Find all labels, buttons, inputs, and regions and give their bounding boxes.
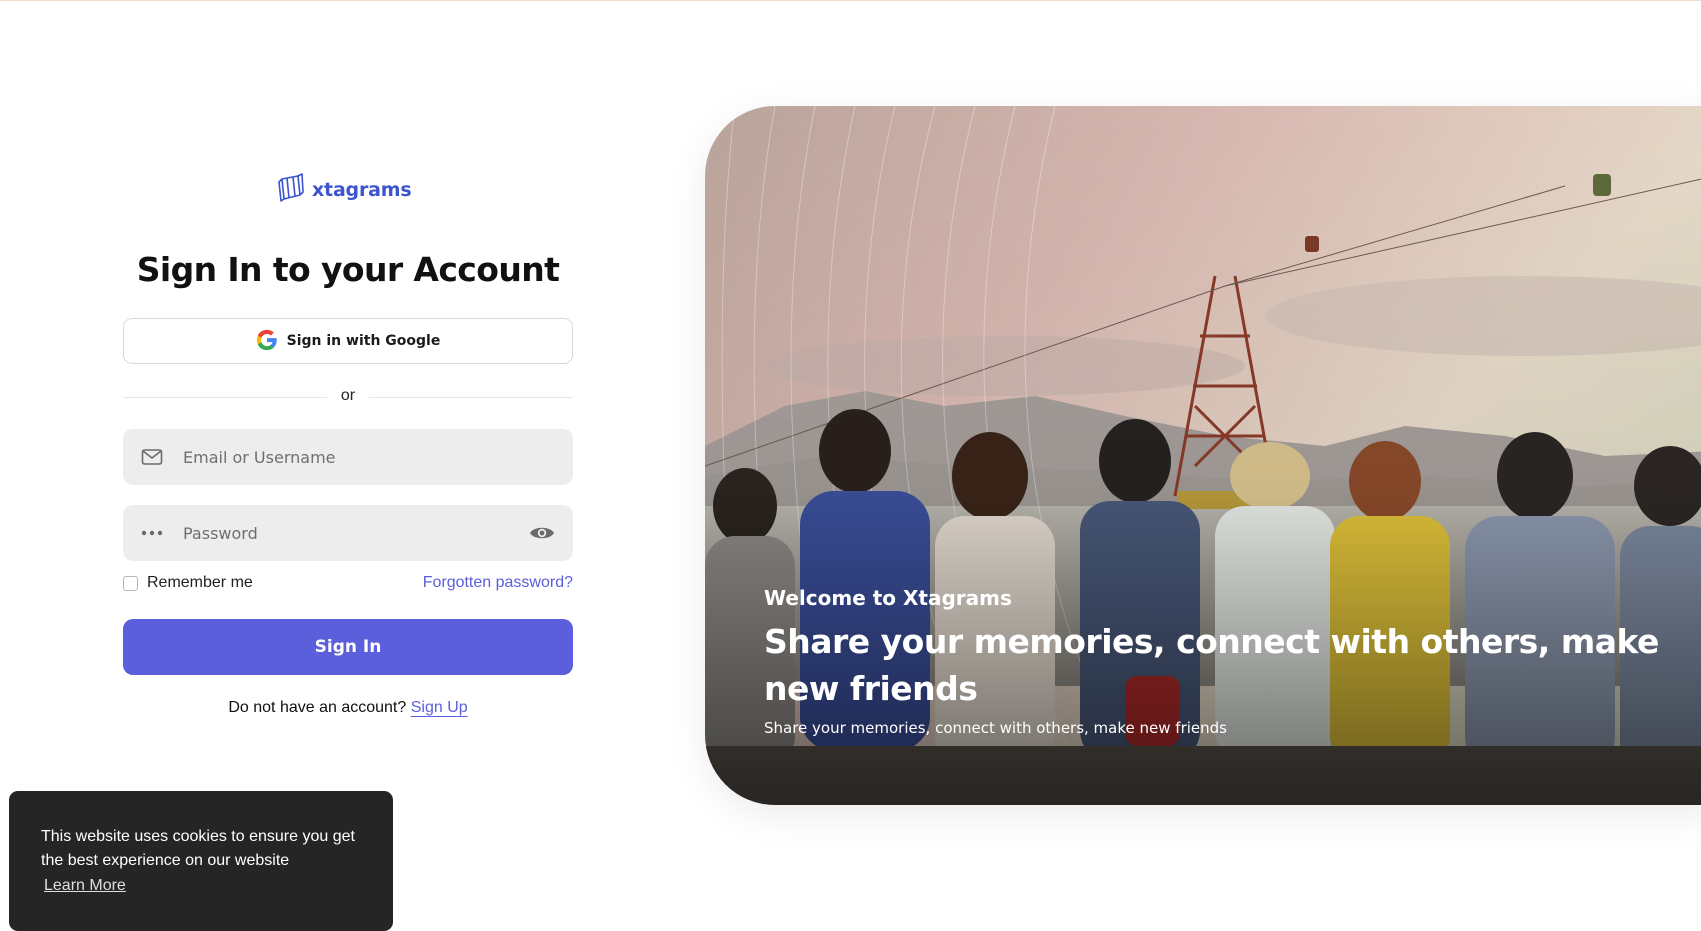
google-signin-button[interactable]: Sign in with Google <box>123 318 573 364</box>
forgot-password-link[interactable]: Forgotten password? <box>423 574 573 592</box>
google-signin-label: Sign in with Google <box>286 333 441 349</box>
cookie-message: This website uses cookies to ensure you … <box>41 828 355 869</box>
cookie-banner: This website uses cookies to ensure you … <box>9 791 393 931</box>
or-divider: or <box>123 386 573 408</box>
brand-name: xtagrams <box>312 178 412 201</box>
remember-me[interactable]: Remember me <box>123 574 253 592</box>
signup-prompt: Do not have an account? Sign Up <box>123 699 573 717</box>
divider-text: or <box>340 387 356 404</box>
sign-in-button[interactable]: Sign In <box>123 619 573 675</box>
signin-options: Remember me Forgotten password? <box>123 571 573 595</box>
hero-banner: Welcome to Xtagrams Share your memories,… <box>705 106 1701 805</box>
page-title: Sign In to your Account <box>136 250 560 289</box>
eye-icon[interactable] <box>529 523 555 543</box>
no-account-text: Do not have an account? <box>228 699 407 716</box>
learn-more-link[interactable]: Learn More <box>44 877 126 895</box>
hero-welcome: Welcome to Xtagrams <box>764 586 1012 610</box>
hero-headline: Share your memories, connect with others… <box>764 622 1659 708</box>
password-field[interactable] <box>123 505 573 561</box>
brand-logo[interactable]: xtagrams <box>278 172 412 207</box>
sign-up-link[interactable]: Sign Up <box>411 699 468 716</box>
top-border <box>0 0 1701 1</box>
google-icon <box>256 329 278 354</box>
email-input[interactable] <box>181 446 555 468</box>
xtagrams-logo-icon <box>278 172 304 207</box>
hero-subline: Share your memories, connect with others… <box>764 719 1227 737</box>
mail-icon <box>141 446 163 468</box>
hero-text: Welcome to Xtagrams Share your memories,… <box>764 586 1664 737</box>
password-input[interactable] <box>181 522 529 544</box>
remember-label: Remember me <box>147 574 253 591</box>
email-field[interactable] <box>123 429 573 485</box>
password-dots-icon <box>141 522 163 544</box>
divider-line-right <box>369 397 573 398</box>
remember-checkbox[interactable] <box>123 575 138 591</box>
